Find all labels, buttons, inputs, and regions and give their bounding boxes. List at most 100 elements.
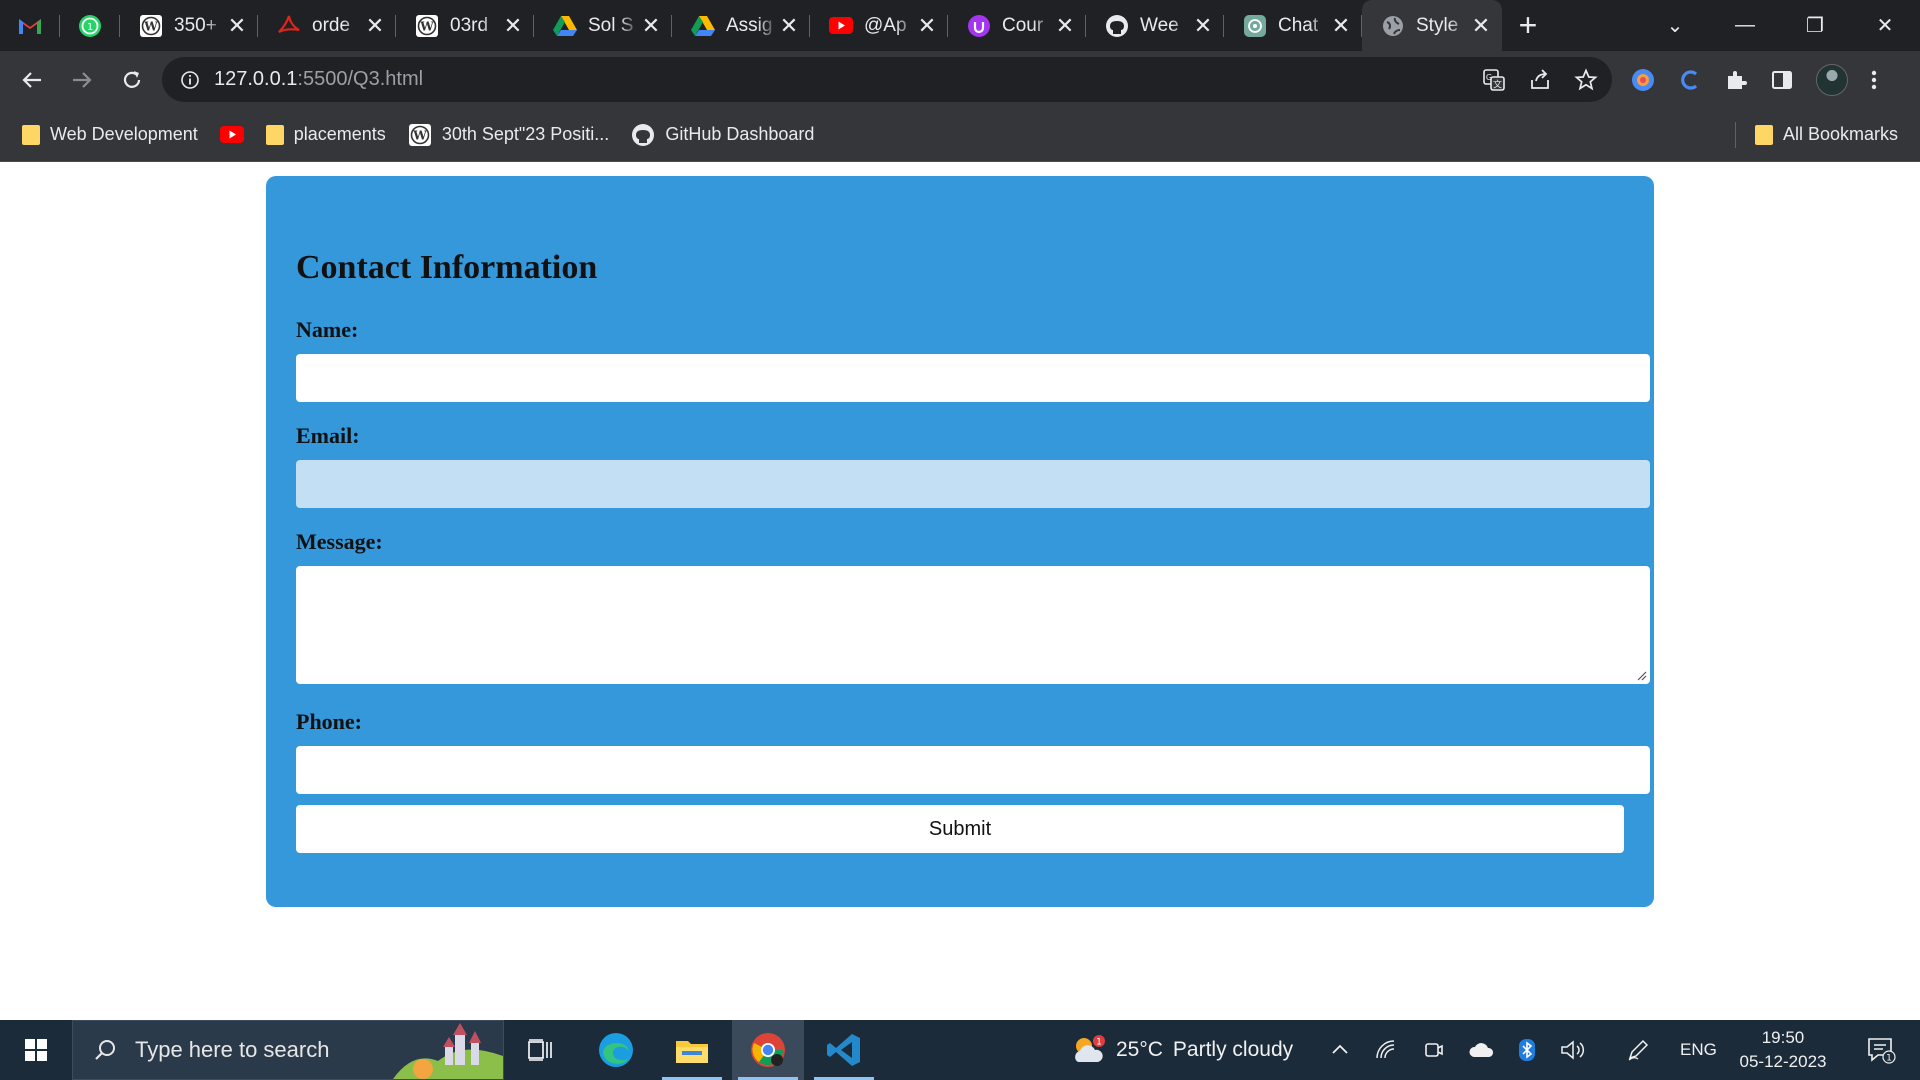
tab-close-icon[interactable]: ✕ <box>916 13 938 39</box>
bookmark-all-bookmarks[interactable]: All Bookmarks <box>1754 124 1898 145</box>
drive-icon <box>690 13 716 39</box>
castle-illustration-icon <box>393 1023 503 1079</box>
taskbar-clock[interactable]: 19:50 05-12-2023 <box>1730 1026 1836 1074</box>
search-placeholder: Type here to search <box>135 1037 330 1062</box>
tab-orde[interactable]: orde ✕ <box>258 0 396 51</box>
start-button[interactable] <box>0 1020 72 1080</box>
tab-close-icon[interactable]: ✕ <box>1054 13 1076 39</box>
tab-sol-s[interactable]: Sol S ✕ <box>534 0 672 51</box>
browser-tab-strip: 1 W 350+ ✕ orde ✕ W 03rd ✕ Sol S ✕ Assig ✕ @Ap ✕ Cour ✕… <box>0 0 1920 51</box>
onedrive-cloud-icon[interactable] <box>1468 1040 1494 1060</box>
chrome-menu-icon[interactable] <box>1870 68 1878 92</box>
show-hidden-icons-chevron-icon[interactable] <box>1330 1040 1350 1060</box>
bookmark-web-development[interactable]: Web Development <box>22 124 198 145</box>
tab-chat[interactable]: Chat ✕ <box>1224 0 1362 51</box>
submit-button[interactable]: Submit <box>296 805 1624 853</box>
svg-text:W: W <box>412 128 427 142</box>
tab-close-icon[interactable]: ✕ <box>226 13 248 39</box>
bookmark-label: Web Development <box>50 124 198 144</box>
tab-style[interactable]: Style ✕ <box>1362 0 1502 51</box>
chrome-icon <box>751 1033 785 1067</box>
extension-colorful-icon[interactable] <box>1630 67 1656 93</box>
tab-whatsapp[interactable]: 1 <box>60 0 120 51</box>
bookmark-youtube[interactable] <box>219 126 244 143</box>
profile-avatar[interactable] <box>1816 63 1848 96</box>
gmail-icon <box>19 18 41 34</box>
input-language[interactable]: ENG <box>1680 1020 1717 1080</box>
close-window-button[interactable]: ✕ <box>1850 13 1920 38</box>
folder-icon <box>1754 124 1773 145</box>
site-info-icon[interactable] <box>180 70 200 90</box>
tab-gmail[interactable] <box>0 0 60 51</box>
resize-handle-icon[interactable] <box>1635 669 1647 681</box>
bookmark-github-dashboard[interactable]: GitHub Dashboard <box>631 123 814 147</box>
bluetooth-icon[interactable] <box>1518 1038 1536 1062</box>
new-tab-button[interactable]: + <box>1502 0 1554 51</box>
bookmarks-divider <box>1735 122 1736 148</box>
notification-center-button[interactable]: 1 <box>1856 1020 1906 1080</box>
reload-button[interactable] <box>108 56 156 104</box>
wordpress-icon: W <box>414 13 440 39</box>
tab-close-icon[interactable]: ✕ <box>502 13 524 39</box>
message-textarea[interactable] <box>296 566 1650 684</box>
name-input[interactable] <box>296 354 1650 402</box>
github-icon <box>632 123 655 146</box>
tab-close-icon[interactable]: ✕ <box>640 13 662 39</box>
weather-description: Partly cloudy <box>1172 1038 1294 1061</box>
udemy-icon <box>966 13 992 39</box>
form-title: Contact Information <box>296 249 598 286</box>
taskbar-search[interactable]: Type here to search <box>72 1020 504 1080</box>
taskbar-edge[interactable] <box>580 1020 652 1080</box>
taskbar-chrome[interactable] <box>732 1020 804 1080</box>
tab-wee[interactable]: Wee ✕ <box>1086 0 1224 51</box>
taskbar-task-view[interactable] <box>504 1020 576 1080</box>
tab-close-icon[interactable]: ✕ <box>1192 13 1214 39</box>
restore-button[interactable]: ❐ <box>1780 13 1850 38</box>
tab-title: Wee <box>1140 14 1179 36</box>
extensions-puzzle-icon[interactable] <box>1724 68 1748 92</box>
tab-title: Assig <box>726 14 773 36</box>
forward-button[interactable] <box>58 56 106 104</box>
svg-text:文: 文 <box>1493 78 1502 90</box>
tab-search-chevron-icon[interactable]: ⌄ <box>1640 13 1710 38</box>
back-button[interactable] <box>8 56 56 104</box>
bookmark-label: GitHub Dashboard <box>665 124 815 144</box>
forward-arrow-icon <box>73 71 92 88</box>
tab-title: Cour <box>1002 14 1044 36</box>
tab-close-icon[interactable]: ✕ <box>778 13 800 39</box>
share-icon[interactable] <box>1528 68 1552 92</box>
chatgpt-icon <box>1242 13 1268 39</box>
email-input[interactable] <box>296 460 1650 508</box>
taskbar-file-explorer[interactable] <box>656 1020 728 1080</box>
translate-icon[interactable]: 文G <box>1482 68 1506 92</box>
weather-widget[interactable]: 1 25°C Partly cloudy <box>1070 1020 1293 1080</box>
bookmark-label: All Bookmarks <box>1782 124 1898 144</box>
tab-cour[interactable]: Cour ✕ <box>948 0 1086 51</box>
notification-icon: 1 <box>1868 1038 1896 1064</box>
meet-now-icon[interactable] <box>1422 1039 1444 1061</box>
tab-close-icon[interactable]: ✕ <box>364 13 386 39</box>
bookmark-30th-sept[interactable]: W 30th Sept"23 Positi... <box>408 123 609 147</box>
bookmark-placements[interactable]: placements <box>265 124 386 145</box>
tab-assig[interactable]: Assig ✕ <box>672 0 810 51</box>
side-panel-icon[interactable] <box>1770 68 1794 92</box>
windows-logo-icon <box>25 1039 47 1061</box>
phone-input[interactable] <box>296 746 1650 794</box>
extension-c-icon[interactable] <box>1678 68 1702 92</box>
tab-350[interactable]: W 350+ ✕ <box>120 0 258 51</box>
taskbar-vscode[interactable] <box>808 1020 880 1080</box>
reload-icon <box>123 70 141 88</box>
svg-text:W: W <box>143 19 158 33</box>
bookmark-star-icon[interactable] <box>1574 67 1598 92</box>
pen-ink-icon[interactable] <box>1626 1038 1650 1062</box>
minimize-button[interactable]: — <box>1710 14 1780 37</box>
tab-ap[interactable]: @Ap ✕ <box>810 0 948 51</box>
volume-icon[interactable] <box>1560 1039 1586 1061</box>
address-bar[interactable]: 127.0.0.1:5500/Q3.html 文G <box>162 57 1612 102</box>
network-icon[interactable] <box>1374 1038 1398 1062</box>
tab-title: 03rd <box>450 14 489 36</box>
extensions-area <box>1630 51 1878 108</box>
tab-close-icon[interactable]: ✕ <box>1330 13 1352 39</box>
tab-close-icon[interactable]: ✕ <box>1470 13 1492 39</box>
tab-03rd[interactable]: W 03rd ✕ <box>396 0 534 51</box>
